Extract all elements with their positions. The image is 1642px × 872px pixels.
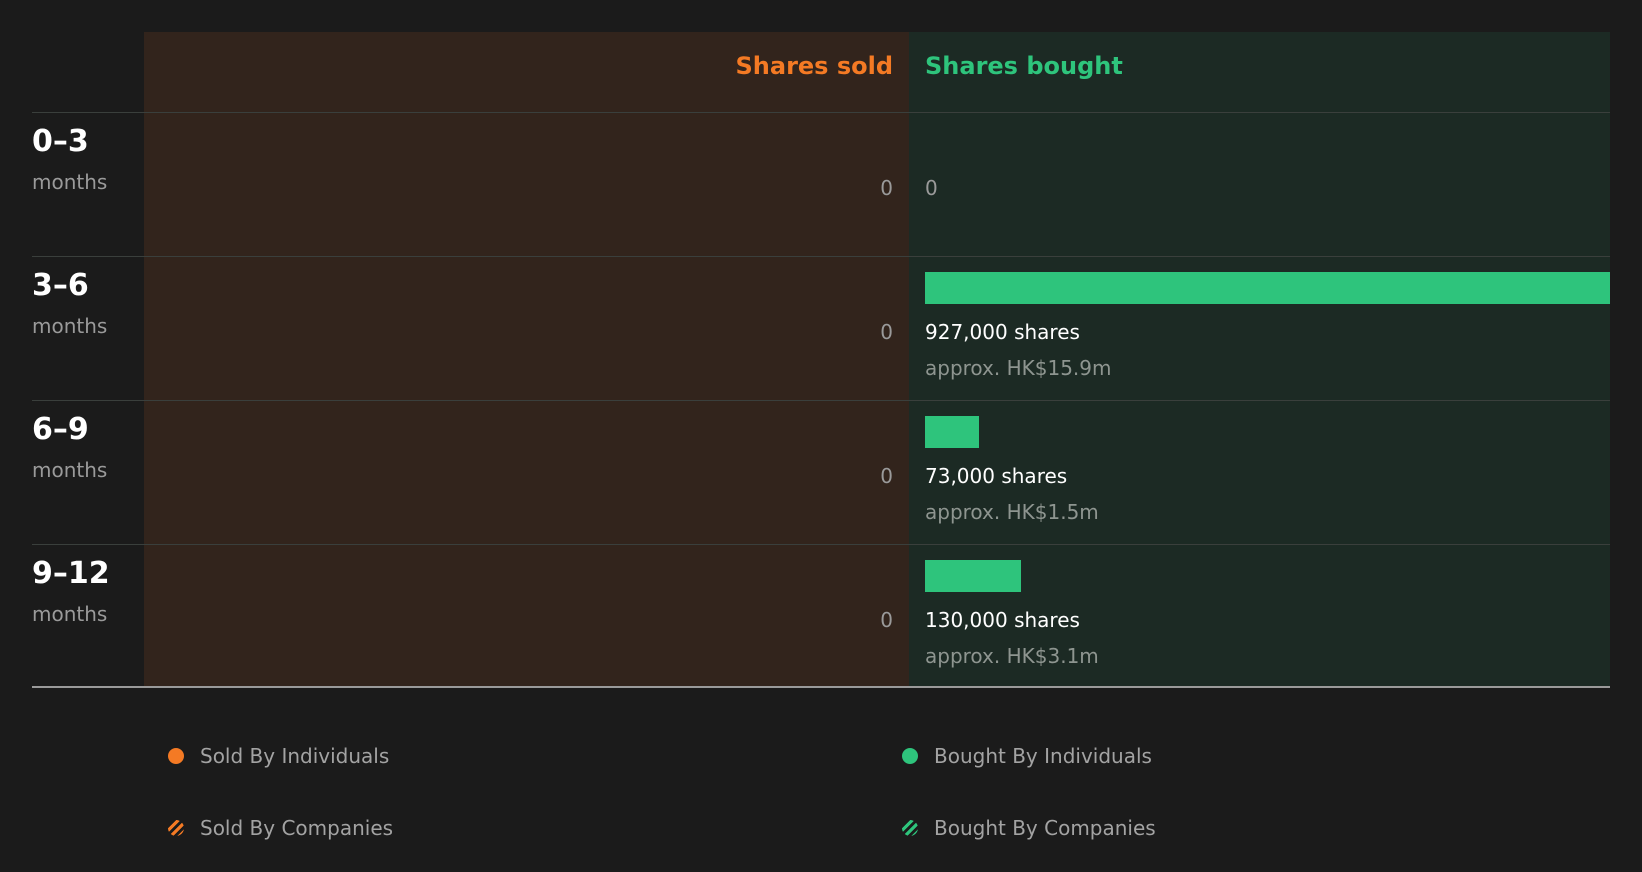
period-range-label: 9–12 bbox=[32, 556, 110, 591]
legend-label: Bought By Companies bbox=[934, 816, 1156, 840]
legend-item: Bought By Companies bbox=[902, 816, 1156, 840]
table-row: 6–9 months 0 73,000 shares approx. HK$1.5m bbox=[0, 400, 1642, 544]
legend-label: Sold By Individuals bbox=[200, 744, 390, 768]
legend-dot-icon bbox=[902, 748, 918, 764]
period-range-label: 3–6 bbox=[32, 268, 89, 303]
table-row: 0–3 months 0 0 bbox=[0, 112, 1642, 256]
legend-item: Bought By Individuals bbox=[902, 744, 1152, 768]
table-row: 9–12 months 0 130,000 shares approx. HK$3.1m bbox=[0, 544, 1642, 688]
legend-label: Sold By Companies bbox=[200, 816, 394, 840]
sold-value: 0 bbox=[880, 464, 893, 488]
bought-value-label: approx. HK$1.5m bbox=[925, 500, 1099, 524]
bought-bar bbox=[925, 560, 1021, 592]
sold-value: 0 bbox=[880, 176, 893, 200]
bought-shares-label: 927,000 shares bbox=[925, 320, 1080, 344]
sold-value: 0 bbox=[880, 608, 893, 632]
bought-value: 0 bbox=[925, 176, 938, 200]
legend-dot-icon bbox=[168, 748, 184, 764]
bought-bar bbox=[925, 416, 979, 448]
sold-value: 0 bbox=[880, 320, 893, 344]
insider-trading-chart: Shares sold Shares bought 0–3 months 0 0 3–6… bbox=[0, 0, 1642, 872]
period-range-label: 6–9 bbox=[32, 412, 89, 447]
legend-item: Sold By Companies bbox=[168, 816, 393, 840]
period-unit-label: months bbox=[32, 170, 108, 194]
legend-hatched-icon bbox=[168, 820, 184, 836]
shares-bought-header: Shares bought bbox=[925, 52, 1123, 80]
shares-sold-header: Shares sold bbox=[735, 52, 894, 80]
bought-value-label: approx. HK$3.1m bbox=[925, 644, 1099, 668]
period-unit-label: months bbox=[32, 458, 108, 482]
bought-shares-label: 130,000 shares bbox=[925, 608, 1080, 632]
legend-item: Sold By Individuals bbox=[168, 744, 389, 768]
bought-shares-label: 73,000 shares bbox=[925, 464, 1068, 488]
bought-value-label: approx. HK$15.9m bbox=[925, 356, 1112, 380]
period-range-label: 0–3 bbox=[32, 124, 89, 159]
legend-label: Bought By Individuals bbox=[934, 744, 1152, 768]
legend-hatched-icon bbox=[902, 820, 918, 836]
period-unit-label: months bbox=[32, 314, 108, 338]
period-unit-label: months bbox=[32, 602, 108, 626]
table-row: 3–6 months 0 927,000 shares approx. HK$15.9m bbox=[0, 256, 1642, 400]
bought-bar bbox=[925, 272, 1610, 304]
